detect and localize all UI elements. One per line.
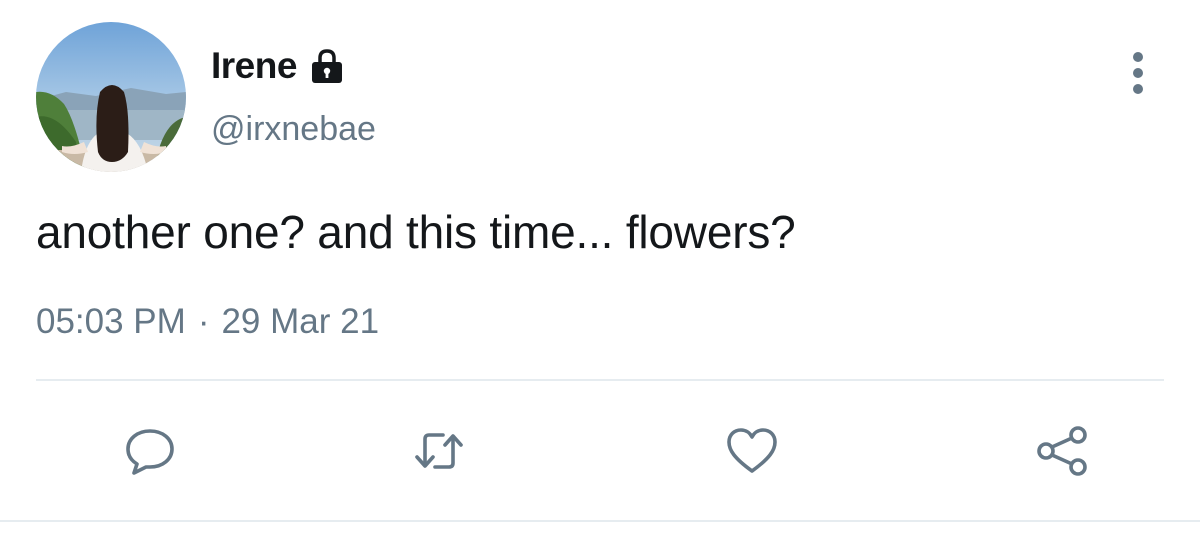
tweet-time: 05:03 PM: [36, 302, 186, 341]
divider: [36, 379, 1164, 381]
author-handle[interactable]: @irxnebae: [211, 110, 376, 149]
tweet-timestamp[interactable]: 05:03 PM · 29 Mar 21: [36, 302, 379, 342]
more-vertical-icon: [1133, 68, 1143, 78]
tweet-date: 29 Mar 21: [221, 302, 380, 341]
bottom-divider: [0, 520, 1200, 522]
avatar[interactable]: [36, 22, 186, 172]
avatar-image: [36, 22, 186, 172]
lock-icon: [311, 49, 342, 83]
reply-icon: [126, 429, 174, 475]
share-button[interactable]: [1034, 425, 1090, 477]
more-vertical-icon: [1133, 84, 1143, 94]
author-name-row: Irene: [211, 42, 347, 90]
author-name[interactable]: Irene: [211, 45, 297, 87]
like-button[interactable]: [724, 425, 780, 477]
heart-icon: [727, 428, 777, 473]
more-vertical-icon: [1133, 52, 1143, 62]
more-options-button[interactable]: [1118, 52, 1158, 94]
share-icon: [1037, 426, 1087, 476]
timestamp-separator: ·: [197, 302, 210, 341]
retweet-button[interactable]: [411, 425, 467, 477]
tweet-text: another one? and this time... flowers?: [36, 206, 796, 258]
reply-button[interactable]: [122, 425, 178, 477]
retweet-icon: [415, 433, 463, 469]
